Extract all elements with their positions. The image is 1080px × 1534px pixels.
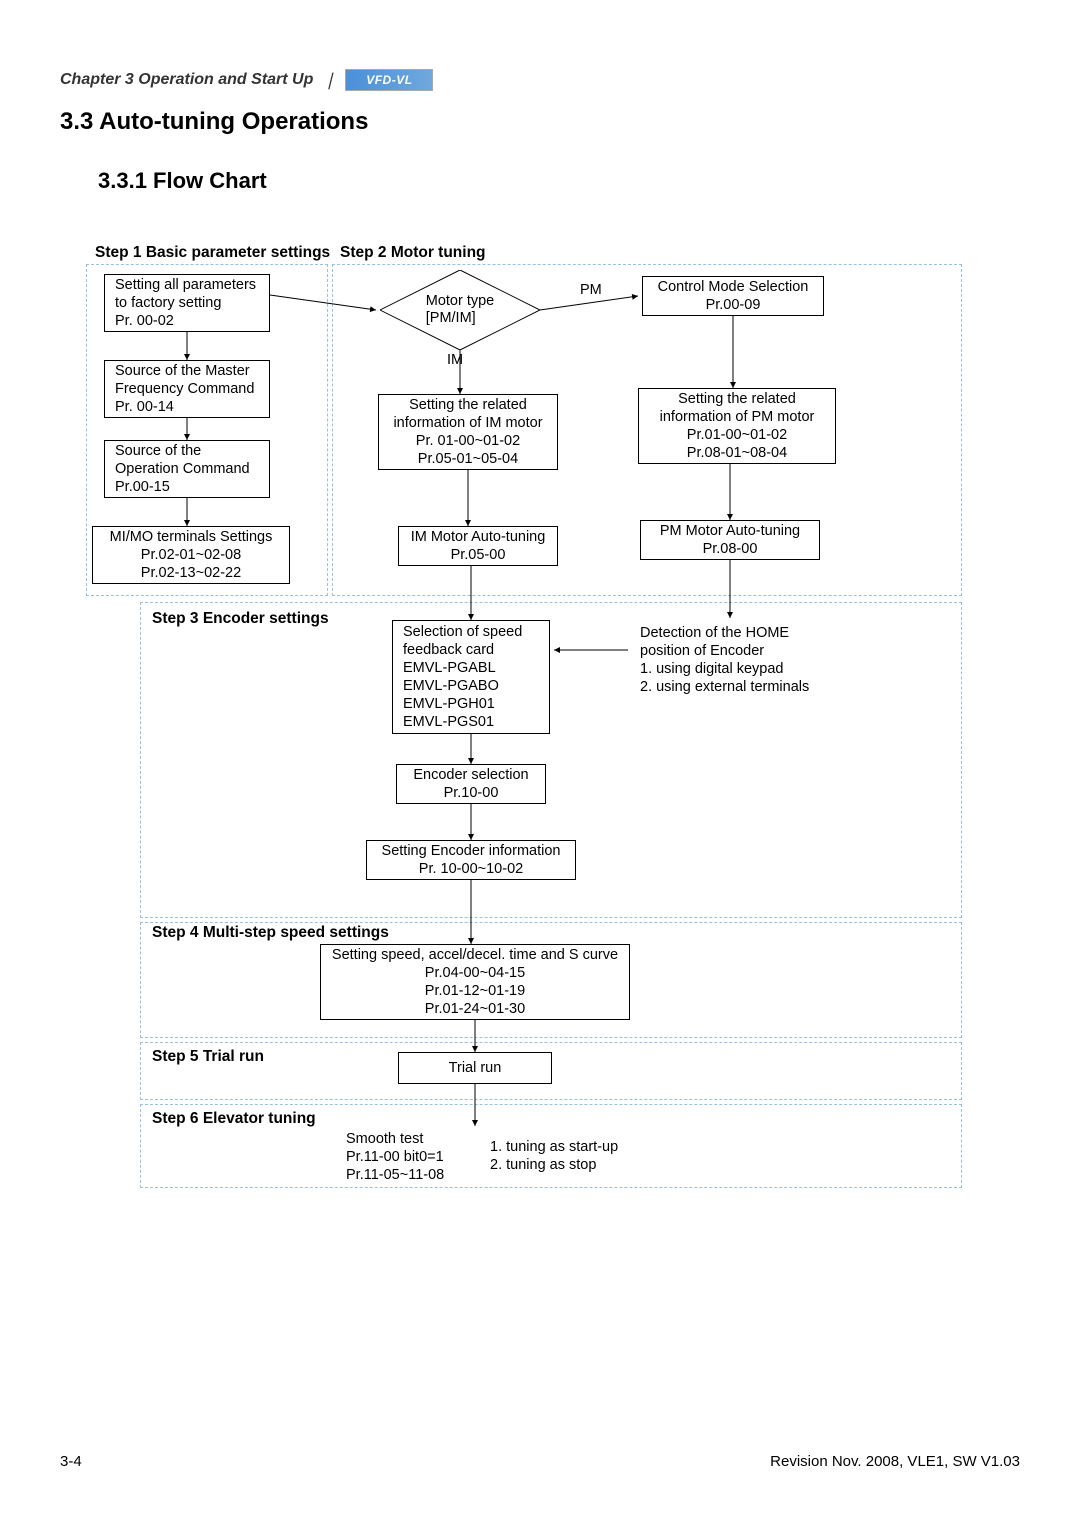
- box-smooth-right: 1. tuning as start-up2. tuning as stop: [480, 1136, 650, 1176]
- box-imauto: IM Motor Auto-tuningPr.05-00: [398, 526, 558, 566]
- box-pminfo: Setting the relatedinformation of PM mot…: [638, 388, 836, 464]
- box-smooth-left: Smooth testPr.11-00 bit0=1Pr.11-05~11-08: [336, 1128, 476, 1186]
- flow-chart: Step 1 Basic parameter settings Step 2 M…: [80, 230, 1000, 1240]
- decision-motortype: Motor type[PM/IM]: [380, 270, 540, 350]
- decision-motortype-label: Motor type[PM/IM]: [380, 270, 540, 350]
- separator: ｜: [321, 68, 337, 92]
- page-number: 3-4: [60, 1453, 82, 1470]
- box-encinfo: Setting Encoder informationPr. 10-00~10-…: [366, 840, 576, 880]
- label-pm: PM: [580, 282, 602, 298]
- box-opcmd: Source of theOperation CommandPr.00-15: [104, 440, 270, 498]
- box-encsel: Encoder selectionPr.10-00: [396, 764, 546, 804]
- step2-label: Step 2 Motor tuning: [340, 244, 486, 262]
- box-factory: Setting all parametersto factory setting…: [104, 274, 270, 332]
- step1-label: Step 1 Basic parameter settings: [95, 244, 330, 262]
- section-heading: 3.3 Auto-tuning Operations: [60, 108, 368, 136]
- brand-logo: VFD-VL: [345, 69, 433, 91]
- box-mimo: MI/MO terminals SettingsPr.02-01~02-08Pr…: [92, 526, 290, 584]
- box-pmauto: PM Motor Auto-tuningPr.08-00: [640, 520, 820, 560]
- box-home: Detection of the HOMEposition of Encoder…: [630, 620, 860, 700]
- page-header: Chapter 3 Operation and Start Up ｜ VFD-V…: [60, 68, 433, 92]
- box-speed: Setting speed, accel/decel. time and S c…: [320, 944, 630, 1020]
- label-im: IM: [447, 352, 463, 368]
- box-trial: Trial run: [398, 1052, 552, 1084]
- box-masterfreq: Source of the MasterFrequency CommandPr.…: [104, 360, 270, 418]
- chapter-label: Chapter 3 Operation and Start Up: [60, 71, 313, 89]
- subsection-heading: 3.3.1 Flow Chart: [98, 168, 267, 194]
- revision-label: Revision Nov. 2008, VLE1, SW V1.03: [770, 1453, 1020, 1470]
- box-ctrlmode: Control Mode SelectionPr.00-09: [642, 276, 824, 316]
- box-feedback: Selection of speedfeedback cardEMVL-PGAB…: [392, 620, 550, 734]
- box-iminfo: Setting the relatedinformation of IM mot…: [378, 394, 558, 470]
